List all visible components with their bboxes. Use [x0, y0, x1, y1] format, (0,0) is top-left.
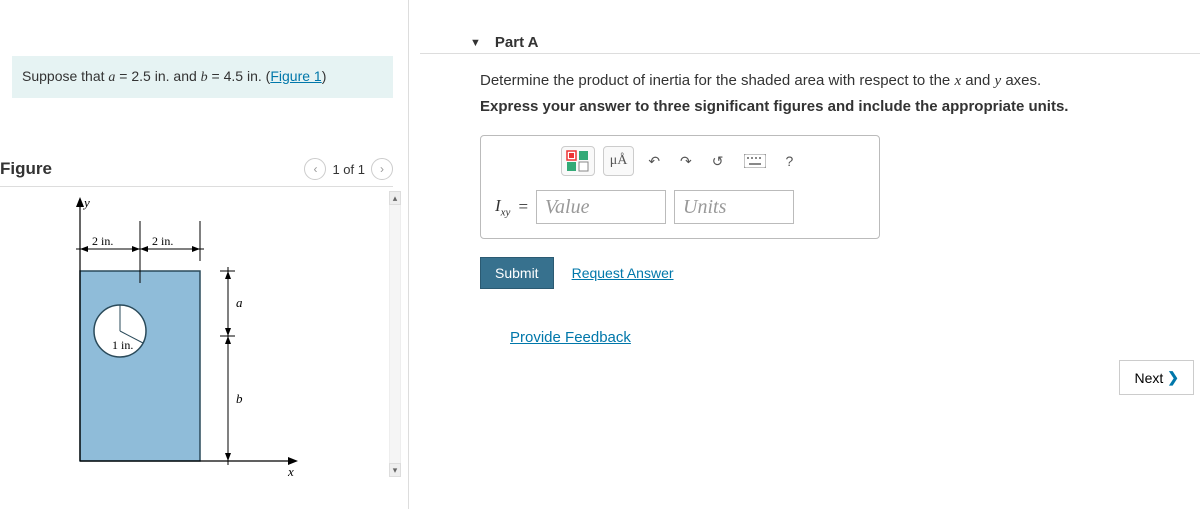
- undo-button[interactable]: ↶: [642, 146, 666, 176]
- unit: in.: [155, 68, 170, 84]
- answer-input-row: Ixy = Value Units: [495, 190, 865, 224]
- figure-scrollbar[interactable]: ▴ ▾: [389, 191, 401, 477]
- next-label: Next: [1134, 370, 1163, 386]
- figure-header: Figure ‹ 1 of 1 ›: [0, 158, 393, 187]
- submit-button[interactable]: Submit: [480, 257, 554, 289]
- figure-body: 1 in. y x 2 in. 2 in.: [0, 191, 401, 481]
- a-value: = 2.5: [115, 68, 154, 84]
- scroll-up-button[interactable]: ▴: [389, 191, 401, 205]
- figure-counter: 1 of 1: [332, 162, 365, 177]
- reset-button[interactable]: ↺: [706, 146, 730, 176]
- redo-button[interactable]: ↷: [674, 146, 698, 176]
- equals: =: [518, 197, 528, 217]
- request-answer-link[interactable]: Request Answer: [572, 265, 674, 281]
- label-x: x: [287, 464, 294, 479]
- part-description: Determine the product of inertia for the…: [480, 72, 1200, 90]
- figure-nav: ‹ 1 of 1 ›: [304, 158, 393, 180]
- templates-icon: [566, 150, 590, 172]
- b-value: = 4.5: [208, 68, 247, 84]
- keyboard-icon: [744, 154, 766, 168]
- figure-link[interactable]: Figure 1: [270, 68, 321, 84]
- answer-box: μÅ ↶ ↷ ↺ ? Ixy = Value Units: [480, 135, 880, 239]
- figure-next-button[interactable]: ›: [371, 158, 393, 180]
- part-header: ▼ Part A: [420, 0, 1200, 54]
- provide-feedback-link[interactable]: Provide Feedback: [510, 329, 1200, 346]
- label-1in: 1 in.: [112, 338, 133, 352]
- and: and: [170, 68, 201, 84]
- figure-title: Figure: [0, 159, 52, 179]
- label-2in-right: 2 in.: [152, 234, 173, 248]
- answer-toolbar: μÅ ↶ ↷ ↺ ?: [495, 146, 865, 176]
- figure-prev-button[interactable]: ‹: [304, 158, 326, 180]
- paren-close: ): [322, 68, 327, 84]
- special-chars-button[interactable]: μÅ: [603, 146, 635, 176]
- chevron-right-icon: ❯: [1167, 369, 1179, 386]
- label-2in-left: 2 in.: [92, 234, 113, 248]
- units-input[interactable]: Units: [674, 190, 794, 224]
- label-a: a: [236, 295, 243, 310]
- var-b: b: [201, 70, 208, 85]
- collapse-icon[interactable]: ▼: [470, 37, 481, 49]
- panel-divider: [408, 0, 409, 509]
- text: Suppose that: [22, 68, 108, 84]
- label-y: y: [82, 195, 90, 210]
- unit: in.: [247, 68, 262, 84]
- answer-symbol: Ixy: [495, 196, 510, 218]
- submit-row: Submit Request Answer: [480, 257, 1200, 289]
- part-title: Part A: [495, 34, 539, 51]
- scroll-down-button[interactable]: ▾: [389, 463, 401, 477]
- figure-diagram: 1 in. y x 2 in. 2 in.: [60, 191, 340, 484]
- label-b: b: [236, 391, 243, 406]
- scroll-track[interactable]: [389, 205, 401, 463]
- problem-statement: Suppose that a = 2.5 in. and b = 4.5 in.…: [12, 56, 393, 98]
- keyboard-button[interactable]: [738, 146, 772, 176]
- templates-button[interactable]: [561, 146, 595, 176]
- next-button[interactable]: Next ❯: [1119, 360, 1194, 395]
- part-instruction: Express your answer to three significant…: [480, 98, 1200, 115]
- help-button[interactable]: ?: [780, 146, 800, 176]
- value-input[interactable]: Value: [536, 190, 666, 224]
